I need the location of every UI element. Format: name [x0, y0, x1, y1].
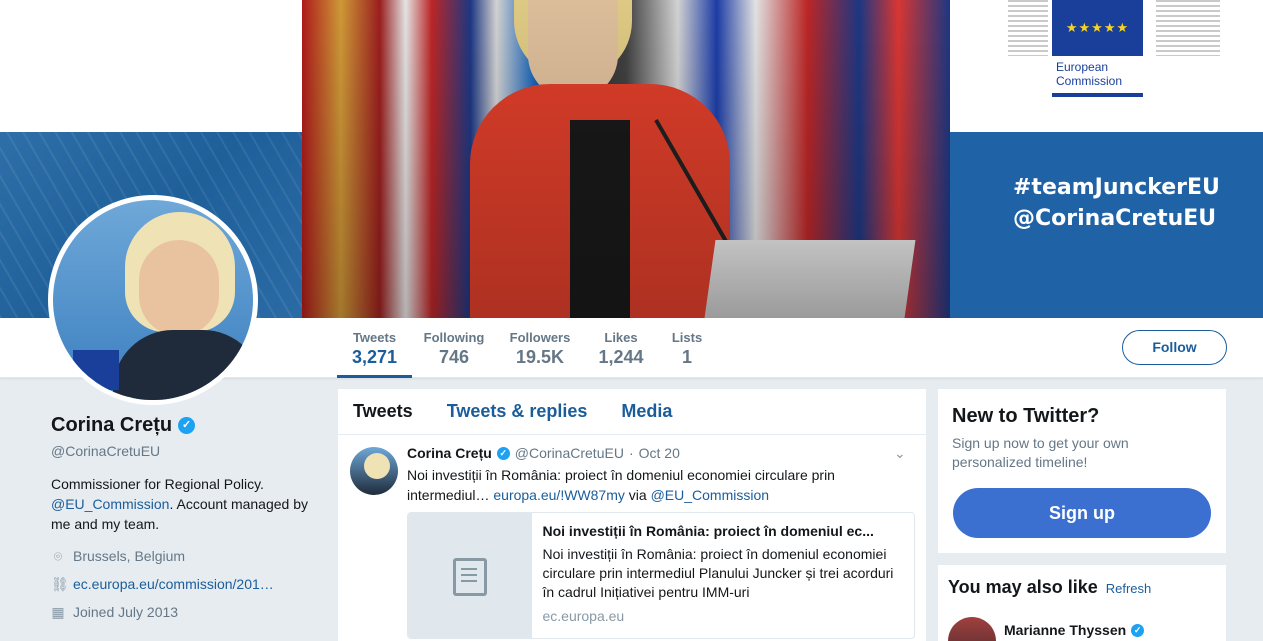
tweet-header: Corina Crețu ✓ @CorinaCretuEU · Oct 20	[407, 445, 680, 461]
you-may-also-like-module: You may also like Refresh Marianne Thyss…	[938, 565, 1226, 641]
tab-tweets-replies[interactable]: Tweets & replies	[447, 401, 588, 422]
card-thumbnail	[408, 513, 533, 638]
ec-logo-text-line1: European	[1056, 60, 1109, 74]
verified-icon: ✓	[496, 446, 510, 460]
verified-icon: ✓	[1131, 623, 1145, 637]
stat-likes[interactable]: Likes 1,244	[593, 318, 649, 378]
card-domain: ec.europa.eu	[542, 608, 625, 624]
stat-value: 1,244	[598, 347, 644, 367]
card-description: Noi investiții în România: proiect în do…	[542, 546, 894, 600]
ec-logo-lines-right	[1156, 0, 1220, 56]
banner-photo-shade	[302, 0, 950, 318]
avatar-face	[139, 240, 219, 336]
tweet-avatar[interactable]	[350, 447, 398, 495]
ec-logo-text-line2: Commission	[1056, 74, 1123, 88]
ec-logo-lines-left	[1008, 0, 1048, 56]
ec-logo-text: European Commission	[1056, 60, 1122, 88]
timeline-tabs: Tweets Tweets & replies Media	[338, 389, 926, 435]
banner-hashtag-text: #teamJunckerEU @CorinaCretuEU	[1013, 172, 1220, 234]
suggested-user[interactable]: Marianne Thyssen ✓	[948, 617, 1145, 641]
banner-left-white-panel	[0, 0, 302, 132]
stat-following[interactable]: Following 746	[420, 318, 488, 378]
tweet-separator: ·	[628, 445, 634, 461]
avatar-body	[113, 330, 253, 400]
stat-label: Likes	[604, 330, 638, 345]
link-preview-card[interactable]: Noi investiții în România: proiect în do…	[407, 512, 915, 639]
tweet-item[interactable]: Corina Crețu ✓ @CorinaCretuEU · Oct 20 ⌄…	[338, 435, 926, 639]
eu-stars-icon: ★★★★★	[1065, 20, 1130, 35]
stat-value: 1	[681, 347, 692, 367]
signup-module: New to Twitter? Sign up now to get your …	[938, 389, 1226, 553]
stat-lists[interactable]: Lists 1	[667, 318, 707, 378]
tweet-handle[interactable]: @CorinaCretuEU	[515, 445, 624, 461]
tweet-url-link[interactable]: europa.eu/!WW87my	[493, 487, 625, 503]
verified-icon: ✓	[178, 417, 196, 434]
card-title: Noi investiții în România: proiect în do…	[542, 523, 874, 539]
tweet-author[interactable]: Corina Crețu	[407, 445, 492, 461]
stat-label: Followers	[509, 330, 571, 345]
chevron-down-icon[interactable]: ⌄	[894, 445, 906, 462]
profile-name-text[interactable]: Corina Crețu	[51, 414, 172, 437]
location-text: Brussels, Belgium	[73, 548, 186, 564]
suggested-user-name-row: Marianne Thyssen ✓	[1004, 622, 1145, 638]
profile-name: Corina Crețu ✓	[51, 414, 196, 437]
calendar-icon: ▦	[51, 604, 65, 620]
tweet-mention-link[interactable]: @EU_Commission	[651, 487, 769, 503]
profile-avatar[interactable]	[48, 195, 258, 405]
eu-flag-logo: ★★★★★	[1052, 0, 1143, 56]
avatar-photo	[53, 200, 253, 400]
suggested-user-name[interactable]: Marianne Thyssen	[1004, 622, 1126, 638]
stat-value: 746	[438, 347, 470, 367]
stat-tweets[interactable]: Tweets 3,271	[337, 318, 412, 378]
avatar-eu-flag	[73, 350, 119, 390]
refresh-link[interactable]: Refresh	[1106, 581, 1152, 596]
document-icon	[453, 557, 488, 596]
signup-button[interactable]: Sign up	[953, 488, 1211, 538]
location-pin-icon: ⌾	[53, 548, 63, 564]
stat-label: Lists	[671, 330, 703, 345]
wtf-header: You may also like Refresh	[948, 577, 1216, 598]
stat-label: Tweets	[352, 330, 397, 345]
tweet-via: via	[628, 487, 647, 503]
tab-tweets[interactable]: Tweets	[353, 401, 413, 422]
banner-photo	[302, 0, 950, 318]
wtf-title: You may also like	[948, 577, 1098, 597]
link-icon: ⛓	[51, 576, 69, 592]
ec-logo-underline	[1052, 93, 1143, 97]
bio-text-1: Commissioner for Regional Policy.	[51, 476, 264, 492]
suggested-user-avatar[interactable]	[948, 617, 996, 641]
profile-website: ⛓ ec.europa.eu/commission/201…	[51, 576, 274, 592]
bio-mention-link[interactable]: @EU_Commission	[51, 496, 169, 512]
profile-bio: Commissioner for Regional Policy. @EU_Co…	[51, 474, 321, 534]
card-body: Noi investiții în România: proiect în do…	[532, 513, 914, 638]
profile-location: ⌾ Brussels, Belgium	[51, 548, 185, 564]
stat-followers[interactable]: Followers 19.5K	[505, 318, 575, 378]
joined-text: Joined July 2013	[73, 604, 179, 620]
banner-hashtag-line2: @CorinaCretuEU	[1013, 206, 1217, 231]
stat-value: 3,271	[351, 347, 398, 367]
banner-hashtag-line1: #teamJunckerEU	[1013, 175, 1220, 200]
profile-joined: ▦ Joined July 2013	[51, 604, 178, 620]
stat-label: Following	[423, 330, 485, 345]
tweet-text: Noi investiții în România: proiect în do…	[407, 465, 887, 505]
signup-title: New to Twitter?	[952, 405, 1100, 427]
follow-button[interactable]: Follow	[1122, 330, 1227, 365]
tab-media[interactable]: Media	[621, 401, 672, 422]
website-link[interactable]: ec.europa.eu/commission/201…	[73, 576, 274, 592]
profile-handle[interactable]: @CorinaCretuEU	[51, 443, 160, 459]
signup-description: Sign up now to get your own personalized…	[952, 435, 1129, 470]
tweet-date[interactable]: Oct 20	[639, 445, 680, 461]
timeline: Tweets Tweets & replies Media Corina Cre…	[338, 389, 926, 641]
stat-value: 19.5K	[515, 347, 565, 367]
